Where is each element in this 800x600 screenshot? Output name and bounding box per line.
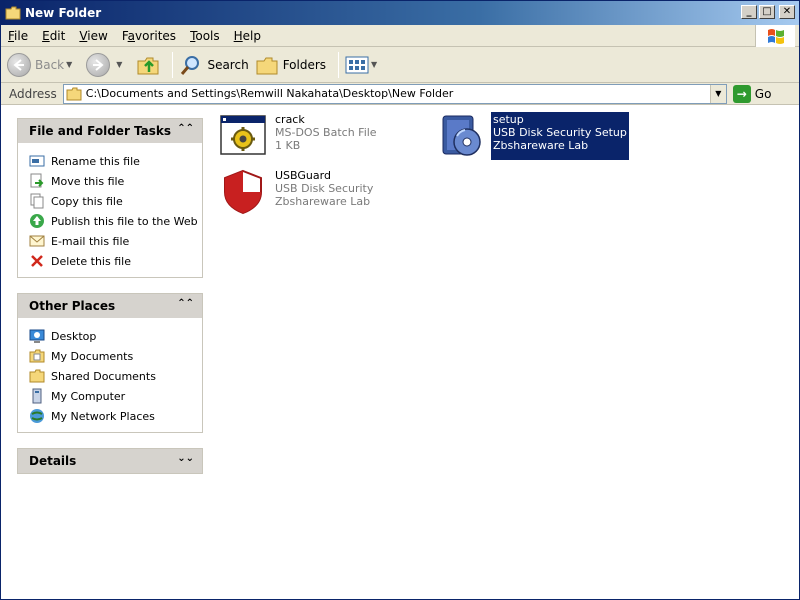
file-label: USBGuard USB Disk Security Zbshareware L…: [275, 169, 374, 208]
place-my-network-places[interactable]: My Network Places: [28, 406, 202, 426]
task-copy[interactable]: Copy this file: [28, 191, 202, 211]
task-delete[interactable]: Delete this file: [28, 251, 202, 271]
publish-web-icon: [28, 213, 46, 229]
place-my-documents[interactable]: My Documents: [28, 346, 202, 366]
email-icon: [28, 233, 46, 249]
collapse-icon[interactable]: ⌃⌃: [177, 298, 194, 309]
delete-icon: [28, 253, 46, 269]
address-dropdown-icon[interactable]: ▼: [709, 84, 726, 103]
forward-arrow-icon: [86, 52, 111, 77]
file-item-crack[interactable]: crack MS-DOS Batch File 1 KB: [219, 112, 379, 160]
copy-icon: [28, 193, 46, 209]
collapse-icon[interactable]: ⌃⌃: [177, 123, 194, 134]
network-places-icon: [28, 408, 46, 424]
menu-file[interactable]: File: [1, 29, 35, 43]
details-panel: Details ⌄⌄: [17, 448, 203, 474]
address-bar: Address C:\Documents and Settings\Remwil…: [1, 83, 799, 105]
task-rename[interactable]: Rename this file: [28, 151, 202, 171]
up-folder-icon: [137, 57, 159, 74]
menu-edit[interactable]: Edit: [35, 29, 72, 43]
address-label: Address: [9, 86, 57, 101]
task-pane: File and Folder Tasks ⌃⌃ Rename this fil…: [1, 106, 211, 599]
views-button[interactable]: ▼: [345, 50, 385, 80]
panel-header[interactable]: File and Folder Tasks ⌃⌃: [18, 119, 202, 143]
back-arrow-icon: [7, 52, 31, 77]
move-icon: [28, 173, 46, 189]
minimize-button[interactable]: _: [741, 5, 757, 19]
menu-help[interactable]: Help: [227, 29, 268, 43]
back-button[interactable]: Back ▼: [7, 50, 80, 80]
shield-icon: [224, 169, 262, 215]
shared-documents-icon: [28, 368, 46, 384]
toolbar-separator: [338, 51, 340, 78]
panel-header[interactable]: Details ⌄⌄: [18, 449, 202, 473]
rename-icon: [28, 153, 46, 169]
folder-icon: [5, 6, 21, 20]
task-publish[interactable]: Publish this file to the Web: [28, 211, 202, 231]
menu-view[interactable]: View: [72, 29, 114, 43]
file-item-usbguard[interactable]: USBGuard USB Disk Security Zbshareware L…: [219, 168, 375, 216]
close-button[interactable]: ✕: [779, 5, 795, 19]
go-button[interactable]: → Go: [732, 84, 771, 103]
search-button[interactable]: Search: [179, 50, 249, 80]
menu-bar: File Edit View Favorites Tools Help: [1, 25, 799, 47]
window-title: New Folder: [25, 6, 102, 20]
place-desktop[interactable]: Desktop: [28, 326, 202, 346]
file-list-view: crack MS-DOS Batch File 1 KB setup USB D…: [211, 106, 799, 599]
up-folder-button[interactable]: [136, 50, 160, 80]
folder-icon: [66, 87, 82, 100]
standard-toolbar: Back ▼ ▼ Search Folders ▼: [1, 47, 799, 83]
windows-logo: [755, 25, 795, 47]
explorer-window: New Folder _ □ ✕ File Edit View Favorite…: [0, 0, 800, 600]
task-email[interactable]: E-mail this file: [28, 231, 202, 251]
windows-flag-icon: [767, 29, 784, 44]
maximize-button[interactable]: □: [759, 5, 775, 19]
folders-icon: [256, 57, 278, 74]
title-bar[interactable]: New Folder _ □ ✕: [1, 1, 799, 25]
back-dropdown-icon[interactable]: ▼: [66, 60, 72, 69]
file-folder-tasks-panel: File and Folder Tasks ⌃⌃ Rename this fil…: [17, 118, 203, 278]
place-shared-documents[interactable]: Shared Documents: [28, 366, 202, 386]
panel-header[interactable]: Other Places ⌃⌃: [18, 294, 202, 318]
menu-tools[interactable]: Tools: [183, 29, 227, 43]
other-places-panel: Other Places ⌃⌃ Desktop My Documents Sha…: [17, 293, 203, 433]
my-computer-icon: [28, 388, 46, 404]
go-arrow-icon: →: [732, 84, 751, 103]
folders-button[interactable]: Folders: [255, 50, 326, 80]
place-my-computer[interactable]: My Computer: [28, 386, 202, 406]
search-icon: [181, 55, 200, 75]
address-input[interactable]: C:\Documents and Settings\Remwill Nakaha…: [62, 83, 727, 104]
expand-icon[interactable]: ⌄⌄: [177, 453, 194, 464]
file-item-setup[interactable]: setup USB Disk Security Setup Zbsharewar…: [437, 112, 629, 160]
file-label: crack MS-DOS Batch File 1 KB: [275, 113, 377, 152]
my-documents-icon: [28, 348, 46, 364]
task-move[interactable]: Move this file: [28, 171, 202, 191]
address-path: C:\Documents and Settings\Remwill Nakaha…: [85, 87, 454, 100]
views-icon: [345, 56, 369, 73]
batch-file-icon: [220, 115, 266, 155]
forward-button[interactable]: ▼: [86, 50, 130, 80]
desktop-icon: [28, 328, 46, 344]
forward-dropdown-icon[interactable]: ▼: [116, 60, 122, 69]
setup-installer-icon: [442, 115, 481, 156]
toolbar-separator: [172, 51, 174, 78]
views-dropdown-icon[interactable]: ▼: [371, 60, 377, 69]
file-label: setup USB Disk Security Setup Zbsharewar…: [491, 112, 629, 160]
menu-favorites[interactable]: Favorites: [115, 29, 183, 43]
